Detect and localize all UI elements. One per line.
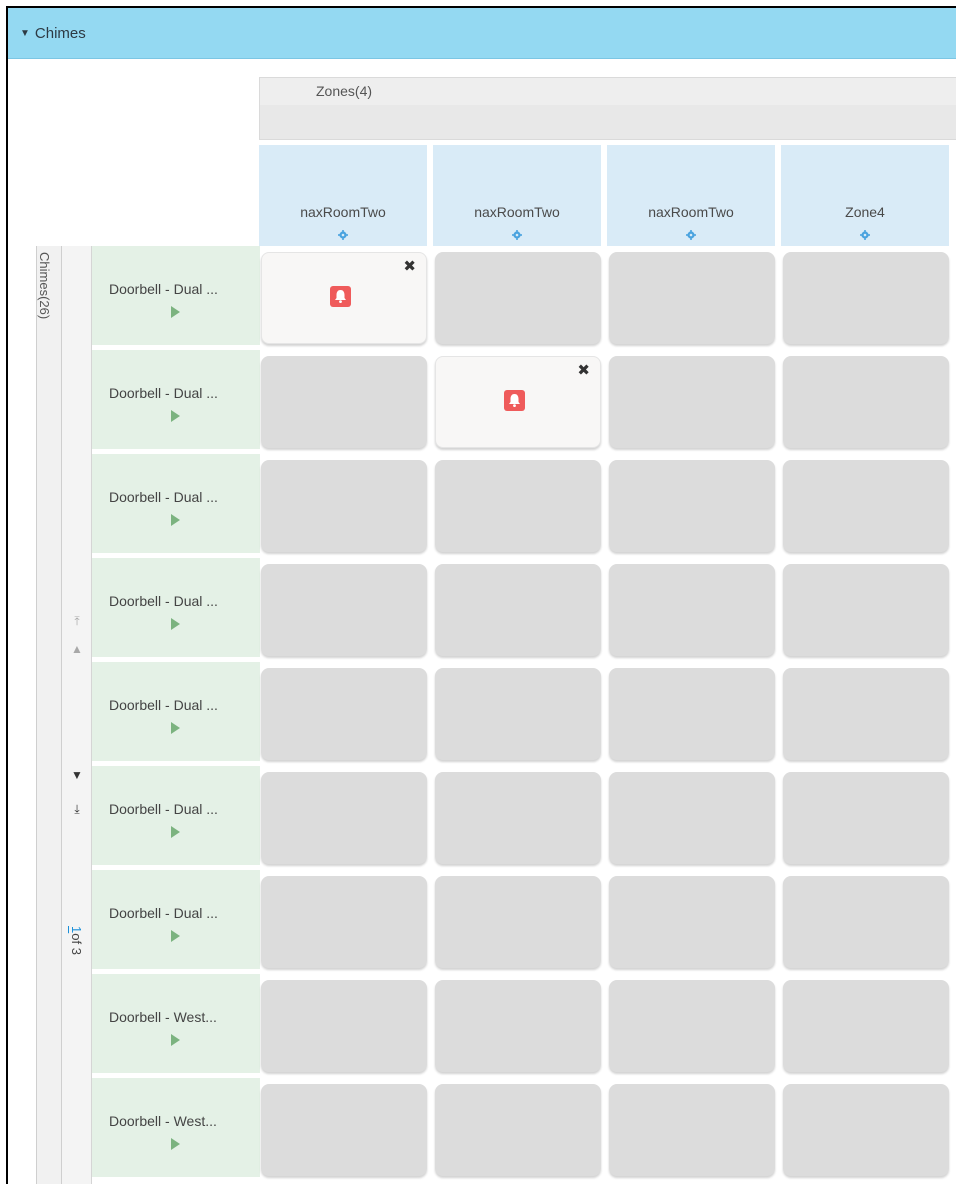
empty-cell[interactable] <box>261 668 427 760</box>
close-icon[interactable]: ✖ <box>403 259 416 274</box>
chime-row-header: Doorbell - Dual ... <box>92 350 260 449</box>
last-page-icon[interactable]: ⤓ <box>62 802 92 816</box>
zone-name: naxRoomTwo <box>648 204 734 220</box>
empty-cell[interactable] <box>609 1084 775 1176</box>
chime-row-header: Doorbell - West... <box>92 974 260 1073</box>
empty-cell[interactable] <box>609 460 775 552</box>
chime-row-header: Doorbell - Dual ... <box>92 454 260 553</box>
chime-row-header: Doorbell - Dual ... <box>92 662 260 761</box>
chimes-panel: ▼ Chimes Zones(4) naxRoomTwo naxRoomTwo na… <box>6 6 956 1184</box>
caret-down-icon: ▼ <box>20 27 30 39</box>
prev-page-icon[interactable]: ▲ <box>62 642 92 656</box>
zone-header-1: naxRoomTwo <box>259 145 427 246</box>
section-title: Chimes <box>34 24 86 42</box>
empty-cell[interactable] <box>261 772 427 864</box>
next-page-icon[interactable]: ▼ <box>62 768 92 782</box>
empty-cell[interactable] <box>783 252 949 344</box>
empty-cell[interactable] <box>609 980 775 1072</box>
zone-header-2: naxRoomTwo <box>433 145 601 246</box>
empty-cell[interactable] <box>783 876 949 968</box>
empty-cell[interactable] <box>261 356 427 448</box>
first-page-icon[interactable]: ⤒ <box>62 614 92 628</box>
zone-name: Zone4 <box>845 204 885 220</box>
empty-cell[interactable] <box>609 668 775 760</box>
assigned-cell[interactable]: ✖ <box>435 356 601 448</box>
empty-cell[interactable] <box>261 1084 427 1176</box>
empty-cell[interactable] <box>261 564 427 656</box>
play-icon[interactable] <box>171 1138 180 1150</box>
empty-cell[interactable] <box>435 772 601 864</box>
zone-name: naxRoomTwo <box>474 204 560 220</box>
play-icon[interactable] <box>171 722 180 734</box>
play-icon[interactable] <box>171 826 180 838</box>
gear-icon[interactable] <box>338 230 348 240</box>
gear-icon[interactable] <box>512 230 522 240</box>
chime-row-header: Doorbell - Dual ... <box>92 246 260 345</box>
play-icon[interactable] <box>171 410 180 422</box>
chimes-section-header[interactable]: ▼ Chimes <box>8 8 956 59</box>
page-indicator: 1of 3 <box>69 926 84 955</box>
chime-name: Doorbell - Dual ... <box>109 801 218 817</box>
play-icon[interactable] <box>171 514 180 526</box>
bell-icon <box>504 390 525 411</box>
chime-name: Doorbell - Dual ... <box>109 905 218 921</box>
gear-icon[interactable] <box>860 230 870 240</box>
empty-cell[interactable] <box>609 252 775 344</box>
chime-row-header: Doorbell - Dual ... <box>92 870 260 969</box>
zone-header-4: Zone4 <box>781 145 949 246</box>
chime-name: Doorbell - Dual ... <box>109 593 218 609</box>
empty-cell[interactable] <box>261 460 427 552</box>
close-icon[interactable]: ✖ <box>577 363 590 378</box>
empty-cell[interactable] <box>783 1084 949 1176</box>
pager: ⤒ ▲ 1of 3 ▼ ⤓ <box>62 246 92 1184</box>
empty-cell[interactable] <box>435 460 601 552</box>
empty-cell[interactable] <box>783 460 949 552</box>
chimes-count-label: Chimes(26) <box>37 252 52 320</box>
empty-cell[interactable] <box>783 772 949 864</box>
zone-header-3: naxRoomTwo <box>607 145 775 246</box>
empty-cell[interactable] <box>261 980 427 1072</box>
bell-icon <box>330 286 351 307</box>
zones-subheader <box>259 105 956 140</box>
zone-name: naxRoomTwo <box>300 204 386 220</box>
play-icon[interactable] <box>171 618 180 630</box>
assigned-cell[interactable]: ✖ <box>261 252 427 344</box>
chime-name: Doorbell - Dual ... <box>109 281 218 297</box>
empty-cell[interactable] <box>783 980 949 1072</box>
chimes-side-strip <box>36 246 62 1184</box>
play-icon[interactable] <box>171 930 180 942</box>
chime-row-header: Doorbell - West... <box>92 1078 260 1177</box>
chime-name: Doorbell - Dual ... <box>109 385 218 401</box>
empty-cell[interactable] <box>435 252 601 344</box>
empty-cell[interactable] <box>609 564 775 656</box>
empty-cell[interactable] <box>783 356 949 448</box>
zones-header-label: Zones(4) <box>316 83 373 99</box>
empty-cell[interactable] <box>609 356 775 448</box>
empty-cell[interactable] <box>609 876 775 968</box>
chime-name: Doorbell - Dual ... <box>109 489 218 505</box>
play-icon[interactable] <box>171 1034 180 1046</box>
chime-row-header: Doorbell - Dual ... <box>92 766 260 865</box>
empty-cell[interactable] <box>609 772 775 864</box>
chime-name: Doorbell - West... <box>109 1113 217 1129</box>
chime-name: Doorbell - Dual ... <box>109 697 218 713</box>
empty-cell[interactable] <box>783 668 949 760</box>
empty-cell[interactable] <box>783 564 949 656</box>
play-icon[interactable] <box>171 306 180 318</box>
empty-cell[interactable] <box>435 1084 601 1176</box>
empty-cell[interactable] <box>435 668 601 760</box>
chime-row-header: Doorbell - Dual ... <box>92 558 260 657</box>
empty-cell[interactable] <box>435 980 601 1072</box>
zones-header: Zones(4) <box>259 77 956 106</box>
page-total: of 3 <box>69 933 84 955</box>
empty-cell[interactable] <box>435 564 601 656</box>
empty-cell[interactable] <box>435 876 601 968</box>
empty-cell[interactable] <box>261 876 427 968</box>
gear-icon[interactable] <box>686 230 696 240</box>
chime-name: Doorbell - West... <box>109 1009 217 1025</box>
